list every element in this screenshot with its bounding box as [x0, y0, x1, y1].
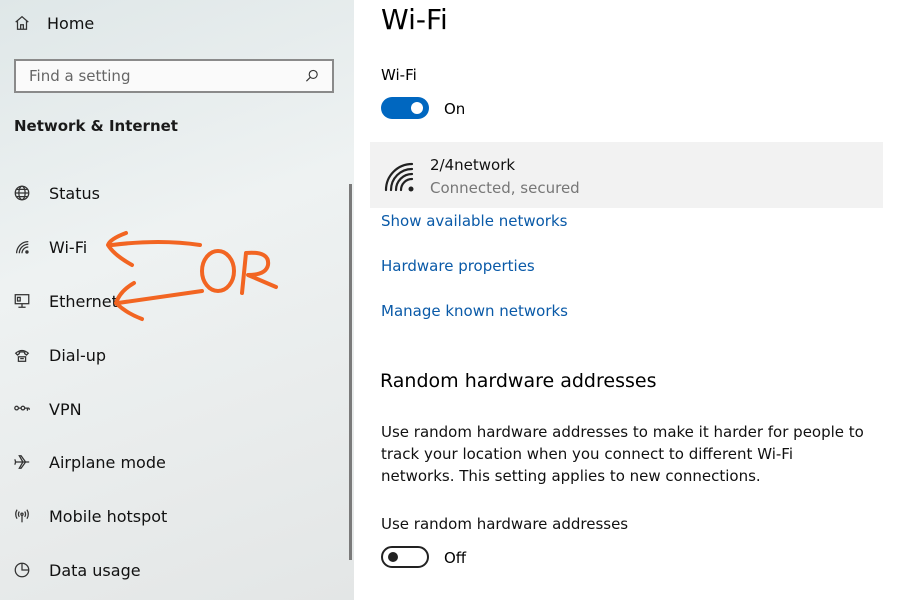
- network-status: Connected, secured: [430, 179, 580, 197]
- sidebar-item-airplane-mode[interactable]: Airplane mode: [12, 448, 166, 476]
- random-hardware-toggle[interactable]: [381, 546, 429, 568]
- wifi-toggle-label: Wi-Fi: [381, 66, 417, 84]
- wifi-signal-icon: [384, 162, 414, 192]
- sidebar-item-label: VPN: [49, 399, 82, 419]
- hotspot-icon: [12, 506, 32, 526]
- section-title: Network & Internet: [14, 117, 178, 135]
- toggle-knob: [388, 552, 398, 562]
- globe-icon: [12, 183, 32, 203]
- network-name: 2/4network: [430, 156, 516, 174]
- vpn-icon: [12, 399, 32, 419]
- search-box[interactable]: [14, 59, 334, 93]
- annotation-letter-r: [240, 250, 278, 295]
- wifi-icon: [12, 237, 32, 257]
- random-hardware-toggle-label: Use random hardware addresses: [381, 515, 629, 533]
- annotation-arrow-wifi: [106, 231, 202, 267]
- main-pane: Wi-Fi Wi-Fi On 2/4network Connected, sec…: [354, 0, 899, 600]
- sidebar-item-wifi[interactable]: Wi-Fi: [12, 233, 87, 261]
- sidebar-item-data-usage[interactable]: Data usage: [12, 556, 141, 584]
- dialup-icon: [12, 345, 32, 365]
- sidebar-item-label: Status: [49, 183, 100, 203]
- manage-known-networks-link[interactable]: Manage known networks: [381, 302, 568, 320]
- wifi-toggle-state: On: [444, 100, 466, 118]
- home-icon: [12, 13, 32, 33]
- data-usage-icon: [12, 560, 32, 580]
- annotation-letter-o: [200, 249, 236, 293]
- sidebar-item-ethernet[interactable]: Ethernet: [12, 287, 118, 315]
- show-available-networks-link[interactable]: Show available networks: [381, 212, 567, 230]
- sidebar-item-mobile-hotspot[interactable]: Mobile hotspot: [12, 502, 167, 530]
- sidebar: Home Network & Internet Status Wi-Fi Eth…: [0, 0, 354, 600]
- home-label: Home: [47, 13, 95, 33]
- toggle-knob: [411, 102, 423, 114]
- sidebar-item-label: Airplane mode: [49, 452, 166, 472]
- ethernet-icon: [12, 291, 32, 311]
- connected-network[interactable]: 2/4network Connected, secured: [370, 142, 883, 208]
- sidebar-item-status[interactable]: Status: [12, 179, 100, 207]
- search-input[interactable]: [27, 66, 301, 86]
- hardware-properties-link[interactable]: Hardware properties: [381, 257, 535, 275]
- sidebar-item-label: Ethernet: [49, 291, 118, 311]
- sidebar-item-dialup[interactable]: Dial-up: [12, 341, 106, 369]
- sidebar-item-vpn[interactable]: VPN: [12, 395, 82, 423]
- sidebar-item-label: Mobile hotspot: [49, 506, 168, 526]
- home-nav-item[interactable]: Home: [12, 10, 94, 36]
- sidebar-scrollbar[interactable]: [349, 184, 352, 560]
- airplane-icon: [12, 452, 32, 472]
- annotation-arrow-ethernet: [114, 281, 204, 321]
- wifi-toggle[interactable]: [381, 97, 429, 119]
- sidebar-item-label: Dial-up: [49, 345, 107, 365]
- page-title: Wi-Fi: [381, 3, 448, 36]
- random-hardware-description: Use random hardware addresses to make it…: [381, 423, 864, 485]
- random-hardware-toggle-state: Off: [444, 549, 467, 567]
- sidebar-item-label: Wi-Fi: [49, 237, 88, 257]
- handdrawn-annotation: [106, 231, 278, 321]
- sidebar-item-label: Data usage: [49, 560, 141, 580]
- search-icon[interactable]: [302, 66, 322, 86]
- random-hardware-heading: Random hardware addresses: [380, 370, 657, 392]
